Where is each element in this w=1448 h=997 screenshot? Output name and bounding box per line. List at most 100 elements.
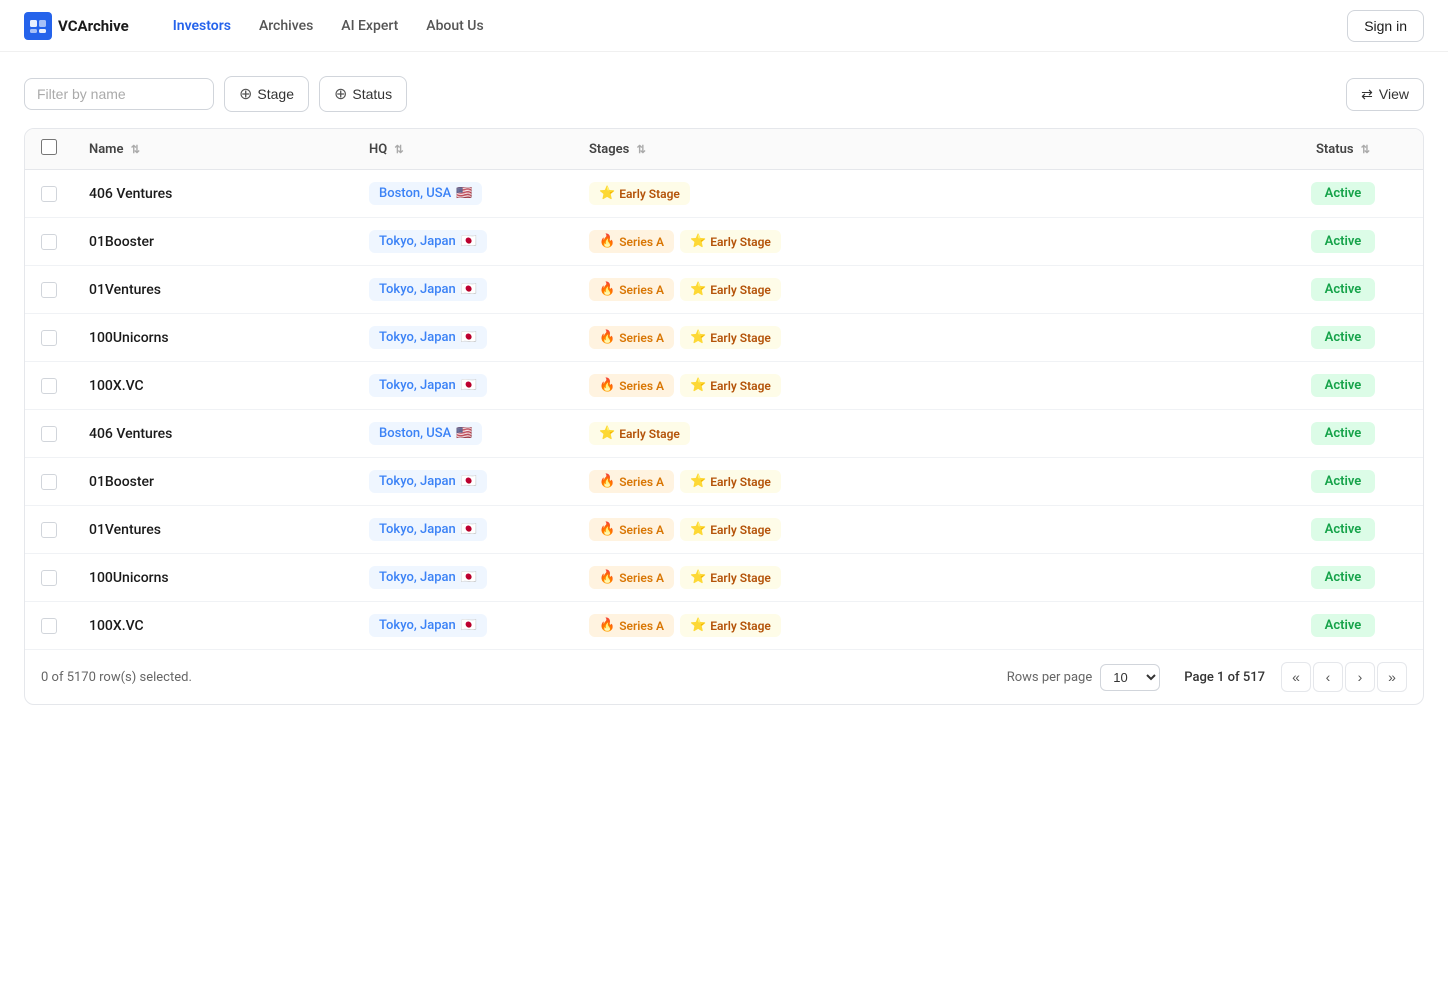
stage-label: Series A (619, 331, 664, 345)
stages-cell: 🔥Series A ⭐Early Stage (573, 554, 1263, 602)
stage-badge: ⭐ Early Stage (680, 614, 781, 637)
status-badge: Active (1311, 278, 1376, 301)
status-cell: Active (1263, 506, 1423, 554)
name-header-label: Name (89, 142, 123, 157)
hq-text: Tokyo, Japan (379, 378, 456, 393)
stage-label: Early Stage (710, 283, 771, 297)
stage-icon: 🔥 (599, 234, 615, 249)
stage-label: Series A (619, 619, 664, 633)
stage-label: Series A (619, 235, 664, 249)
status-cell: Active (1263, 218, 1423, 266)
filter-name-input[interactable] (24, 78, 214, 110)
nav-investors[interactable]: Investors (161, 12, 243, 40)
stage-badge: ⭐Early Stage (680, 518, 781, 541)
next-page-button[interactable]: › (1345, 662, 1375, 692)
stage-icon: ⭐ (690, 330, 706, 345)
stage-badge: ⭐Early Stage (680, 470, 781, 493)
hq-flag-icon: 🇯🇵 (461, 618, 477, 633)
stage-label: Series A (619, 523, 664, 537)
investor-name: 01Ventures (89, 282, 161, 298)
row-checkbox[interactable] (41, 330, 57, 346)
sign-in-button[interactable]: Sign in (1347, 10, 1424, 42)
row-checkbox[interactable] (41, 186, 57, 202)
investor-name: 100X.VC (89, 618, 144, 634)
row-checkbox[interactable] (41, 426, 57, 442)
nav-ai-expert[interactable]: AI Expert (329, 12, 410, 40)
table-row: 01VenturesTokyo, Japan🇯🇵🔥Series A⭐Early … (25, 266, 1423, 314)
first-page-button[interactable]: « (1281, 662, 1311, 692)
stage-label: Early Stage (710, 619, 771, 633)
nav-about-us[interactable]: About Us (414, 12, 495, 40)
status-badge: Active (1311, 182, 1376, 205)
hq-text: Tokyo, Japan (379, 474, 456, 489)
row-checkbox[interactable] (41, 378, 57, 394)
prev-page-button[interactable]: ‹ (1313, 662, 1343, 692)
row-checkbox[interactable] (41, 570, 57, 586)
stage-icon: 🔥 (599, 522, 615, 537)
row-checkbox[interactable] (41, 234, 57, 250)
stages-cell: ⭐ Early Stage (573, 170, 1263, 218)
stages-cell: 🔥 Series A ⭐ Early Stage (573, 602, 1263, 650)
navbar: VCArchive Investors Archives AI Expert A… (0, 0, 1448, 52)
stage-plus-icon: ⊕ (239, 84, 252, 104)
stage-label: Early Stage (619, 187, 680, 201)
stage-icon: ⭐ (690, 618, 706, 633)
row-checkbox[interactable] (41, 618, 57, 634)
nav-links: Investors Archives AI Expert About Us (161, 12, 1347, 40)
investor-name: 406 Ventures (89, 186, 172, 202)
status-badge: Active (1311, 230, 1376, 253)
stage-badge: ⭐Early Stage (680, 326, 781, 349)
stages-column-header[interactable]: Stages ⇅ (573, 129, 1263, 170)
investor-name: 01Booster (89, 474, 154, 490)
rows-per-page-select[interactable]: 10 20 50 100 (1100, 664, 1160, 691)
status-cell: Active (1263, 362, 1423, 410)
status-column-header[interactable]: Status ⇅ (1263, 129, 1423, 170)
hq-badge: Tokyo, Japan🇯🇵 (369, 374, 487, 397)
stage-badge: 🔥Series A (589, 566, 674, 589)
name-sort-icon: ⇅ (131, 143, 140, 156)
select-all-header[interactable] (25, 129, 73, 170)
stage-icon: ⭐ (690, 570, 706, 585)
stage-filter-button[interactable]: ⊕ Stage (224, 76, 309, 112)
stage-icon: ⭐ (599, 186, 615, 201)
nav-archives[interactable]: Archives (247, 12, 325, 40)
stage-icon: 🔥 (599, 282, 615, 297)
stage-badge: 🔥Series A (589, 470, 674, 493)
name-column-header[interactable]: Name ⇅ (73, 129, 353, 170)
hq-flag-icon: 🇺🇸 (456, 186, 472, 201)
stage-icon: 🔥 (599, 330, 615, 345)
status-badge: Active (1311, 374, 1376, 397)
status-sort-icon: ⇅ (1361, 143, 1370, 156)
table-row: 100X.VC Tokyo, Japan🇯🇵 🔥 Series A ⭐ Early Sta… (25, 602, 1423, 650)
hq-badge: Tokyo, Japan🇯🇵 (369, 326, 487, 349)
status-badge: Active (1311, 518, 1376, 541)
stage-icon: 🔥 (599, 618, 615, 633)
select-all-checkbox[interactable] (41, 139, 57, 155)
status-cell: Active (1263, 314, 1423, 362)
investor-name: 100Unicorns (89, 570, 169, 586)
hq-flag-icon: 🇯🇵 (461, 570, 477, 585)
last-page-button[interactable]: » (1377, 662, 1407, 692)
stage-label: Series A (619, 571, 664, 585)
stage-label: Early Stage (619, 427, 680, 441)
hq-column-header[interactable]: HQ ⇅ (353, 129, 573, 170)
status-filter-button[interactable]: ⊕ Status (319, 76, 407, 112)
row-checkbox[interactable] (41, 522, 57, 538)
rows-per-page-control: Rows per page 10 20 50 100 (1007, 664, 1161, 691)
logo-link[interactable]: VCArchive (24, 12, 129, 40)
hq-badge: Boston, USA🇺🇸 (369, 422, 482, 445)
hq-flag-icon: 🇯🇵 (461, 234, 477, 249)
stage-label: Series A (619, 379, 664, 393)
hq-flag-icon: 🇯🇵 (461, 330, 477, 345)
logo-text: VCArchive (58, 17, 129, 35)
row-checkbox[interactable] (41, 474, 57, 490)
row-checkbox[interactable] (41, 282, 57, 298)
logo-icon (24, 12, 52, 40)
view-button[interactable]: ⇄ View (1346, 78, 1424, 111)
hq-badge: Tokyo, Japan🇯🇵 (369, 614, 487, 637)
hq-badge: Tokyo, Japan🇯🇵 (369, 518, 487, 541)
stage-badge: 🔥 Series A (589, 614, 674, 637)
stage-badge: ⭐Early Stage (680, 566, 781, 589)
stages-cell: 🔥Series A⭐Early Stage (573, 218, 1263, 266)
status-filter-label: Status (352, 86, 392, 102)
